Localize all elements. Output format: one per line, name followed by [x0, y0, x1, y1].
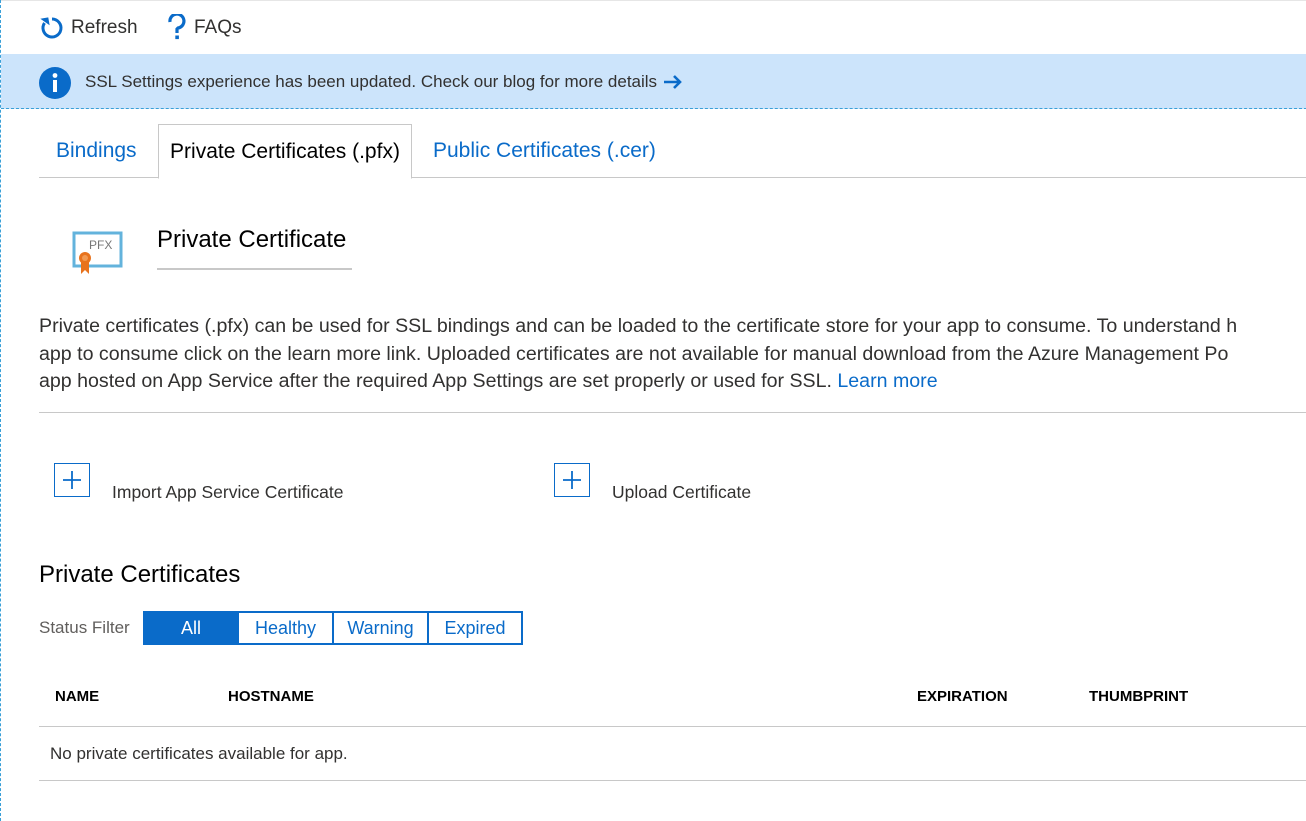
- filter-all[interactable]: All: [143, 611, 238, 645]
- plus-icon: [563, 471, 581, 489]
- empty-message: No private certificates available for ap…: [50, 744, 348, 763]
- certificates-table-header: NAME HOSTNAME EXPIRATION THUMBPRINT: [39, 675, 1306, 727]
- command-bar: Refresh FAQs: [1, 0, 1306, 54]
- faqs-label: FAQs: [194, 17, 242, 38]
- status-filter-label: Status Filter: [39, 618, 130, 637]
- question-icon: [168, 14, 186, 40]
- banner-message: SSL Settings experience has been updated…: [85, 72, 683, 92]
- tab-private-certificates[interactable]: Private Certificates (.pfx): [158, 124, 412, 179]
- upload-certificate-button[interactable]: Upload Certificate: [554, 463, 751, 502]
- filter-healthy[interactable]: Healthy: [238, 611, 333, 645]
- info-banner[interactable]: SSL Settings experience has been updated…: [1, 54, 1306, 109]
- certificate-description: Private certificates (.pfx) can be used …: [39, 315, 1238, 392]
- column-name[interactable]: NAME: [55, 688, 99, 705]
- divider: [39, 412, 1306, 413]
- upload-label: Upload Certificate: [612, 481, 752, 502]
- private-certificates-heading: Private Certificates: [39, 561, 241, 588]
- status-filter: All Healthy Warning Expired: [143, 611, 523, 645]
- tab-bindings[interactable]: Bindings: [56, 124, 137, 178]
- import-label: Import App Service Certificate: [112, 481, 344, 502]
- certificate-tabs: Bindings Private Certificates (.pfx) Pub…: [39, 124, 1306, 179]
- pfx-certificate-icon: PFX: [72, 231, 123, 274]
- refresh-button[interactable]: Refresh: [39, 13, 138, 43]
- tab-public-certificates[interactable]: Public Certificates (.cer): [433, 124, 656, 178]
- info-icon: [39, 67, 71, 99]
- refresh-icon: [40, 17, 63, 39]
- column-hostname[interactable]: HOSTNAME: [228, 688, 314, 705]
- column-expiration[interactable]: EXPIRATION: [917, 688, 1008, 705]
- import-app-service-certificate-button[interactable]: Import App Service Certificate: [54, 463, 343, 502]
- svg-text:PFX: PFX: [89, 238, 112, 252]
- learn-more-link[interactable]: Learn more: [837, 370, 937, 392]
- filter-warning[interactable]: Warning: [333, 611, 428, 645]
- column-thumbprint[interactable]: THUMBPRINT: [1089, 688, 1188, 705]
- ssl-settings-page: Refresh FAQs SSL Settings experience has…: [0, 0, 1306, 821]
- arrow-right-icon: [664, 75, 682, 89]
- table-empty-row: No private certificates available for ap…: [39, 727, 1306, 781]
- plus-icon: [63, 471, 81, 489]
- faqs-button[interactable]: FAQs: [166, 13, 242, 43]
- filter-expired[interactable]: Expired: [428, 611, 523, 645]
- refresh-label: Refresh: [71, 17, 138, 38]
- certificate-title: Private Certificate: [157, 226, 352, 270]
